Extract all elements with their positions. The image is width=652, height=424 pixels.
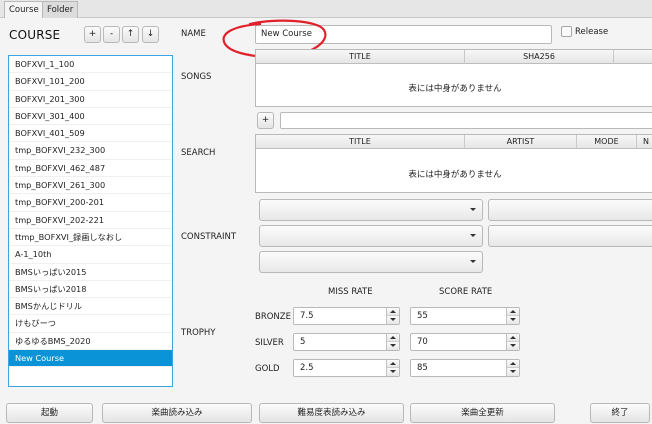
- search-empty-message: 表には中身がありません: [408, 170, 502, 180]
- trophy-gold-label: GOLD: [255, 364, 280, 374]
- course-item[interactable]: BOFXVI_1_100: [9, 56, 172, 74]
- tab-bar: Course Folder: [0, 0, 652, 18]
- decrement-button[interactable]: [387, 342, 399, 350]
- gold-miss-rate-spinner[interactable]: 2.5: [293, 359, 400, 377]
- spinner-buttons: [506, 360, 519, 376]
- bronze-score-rate-value: 55: [417, 311, 428, 321]
- course-item[interactable]: BMSかんじドリル: [9, 298, 172, 316]
- songs-label: SONGS: [181, 72, 212, 82]
- add-course-button[interactable]: +: [84, 26, 101, 43]
- miss-rate-header: MISS RATE: [328, 287, 373, 297]
- tab-course[interactable]: Course: [4, 1, 44, 18]
- name-label: NAME: [181, 29, 206, 39]
- tab-folder-label: Folder: [47, 5, 74, 15]
- course-item[interactable]: ttmp_BOFXVI_録画しなおし: [9, 229, 172, 247]
- search-table[interactable]: TITLE ARTIST MODE N 表には中身がありません: [255, 134, 652, 193]
- search-label: SEARCH: [181, 148, 216, 158]
- songs-empty-message: 表には中身がありません: [408, 84, 502, 94]
- constraint-combo-1[interactable]: [259, 199, 483, 221]
- constraint-combo-4[interactable]: [488, 225, 652, 247]
- constraint-combo-3[interactable]: [259, 225, 483, 247]
- course-item[interactable]: tmp_BOFXVI_200-201: [9, 194, 172, 212]
- gold-miss-rate-value: 2.5: [300, 363, 314, 373]
- search-col-title[interactable]: TITLE: [256, 135, 465, 149]
- bronze-miss-rate-spinner[interactable]: 7.5: [293, 307, 400, 325]
- tab-folder[interactable]: Folder: [42, 1, 79, 18]
- search-table-header: TITLE ARTIST MODE N: [256, 135, 652, 149]
- spinner-buttons: [386, 334, 399, 350]
- release-label: Release: [575, 27, 609, 37]
- course-item[interactable]: BOFXVI_201_300: [9, 91, 172, 108]
- decrement-button[interactable]: [507, 368, 519, 376]
- course-item[interactable]: BMSいっぱい2018: [9, 281, 172, 299]
- decrement-button[interactable]: [387, 368, 399, 376]
- decrement-button[interactable]: [507, 316, 519, 324]
- tab-course-label: Course: [9, 5, 39, 15]
- songs-col-extra[interactable]: [614, 50, 652, 64]
- course-item[interactable]: BMSいっぱい2015: [9, 264, 172, 281]
- increment-button[interactable]: [387, 360, 399, 368]
- score-rate-header: SCORE RATE: [439, 287, 493, 297]
- spinner-buttons: [386, 360, 399, 376]
- course-title: COURSE: [9, 28, 61, 42]
- load-difficulty-table-button[interactable]: 難易度表読み込み: [259, 403, 404, 423]
- bronze-score-rate-spinner[interactable]: 55: [410, 307, 520, 325]
- course-item[interactable]: BOFXVI_101_200: [9, 73, 172, 91]
- trophy-silver-label: SILVER: [255, 338, 284, 348]
- songs-table[interactable]: TITLE SHA256 表には中身がありません: [255, 49, 652, 107]
- gold-score-rate-spinner[interactable]: 85: [410, 359, 520, 377]
- search-col-mode[interactable]: MODE: [577, 135, 637, 149]
- course-item[interactable]: tmp_BOFXVI_462_487: [9, 160, 172, 178]
- search-col-artist[interactable]: ARTIST: [465, 135, 577, 149]
- songs-col-title[interactable]: TITLE: [256, 50, 465, 64]
- search-col-n[interactable]: N: [637, 135, 652, 149]
- increment-button[interactable]: [387, 308, 399, 316]
- songs-table-header: TITLE SHA256: [256, 50, 652, 64]
- course-item[interactable]: BOFXVI_401_509: [9, 125, 172, 143]
- gold-score-rate-value: 85: [417, 363, 428, 373]
- silver-score-rate-spinner[interactable]: 70: [410, 333, 520, 351]
- increment-button[interactable]: [507, 308, 519, 316]
- course-item[interactable]: けもびーつ: [9, 315, 172, 333]
- remove-course-button[interactable]: -: [103, 26, 120, 43]
- spinner-buttons: [386, 308, 399, 324]
- exit-button[interactable]: 終了: [590, 403, 650, 423]
- load-songs-button[interactable]: 楽曲読み込み: [102, 403, 252, 423]
- trophy-label: TROPHY: [181, 328, 216, 338]
- course-item[interactable]: ゆるゆるBMS_2020: [9, 333, 172, 351]
- spinner-buttons: [506, 334, 519, 350]
- course-item[interactable]: A-1_10th: [9, 246, 172, 264]
- increment-button[interactable]: [507, 360, 519, 368]
- course-item-selected[interactable]: New Course: [9, 350, 172, 368]
- add-song-button[interactable]: +: [257, 112, 274, 129]
- release-checkbox[interactable]: [561, 26, 572, 37]
- bronze-miss-rate-value: 7.5: [300, 311, 314, 321]
- constraint-combo-5[interactable]: [259, 251, 483, 273]
- silver-miss-rate-value: 5: [300, 337, 306, 347]
- trophy-bronze-label: BRONZE: [255, 312, 291, 322]
- course-item[interactable]: tmp_BOFXVI_232_300: [9, 142, 172, 160]
- chevron-down-icon: [470, 260, 476, 263]
- decrement-button[interactable]: [507, 342, 519, 350]
- constraint-combo-2[interactable]: [488, 199, 652, 221]
- course-list[interactable]: BOFXVI_1_100 BOFXVI_101_200 BOFXVI_201_3…: [8, 55, 173, 387]
- update-all-songs-button[interactable]: 楽曲全更新: [410, 403, 555, 423]
- increment-button[interactable]: [507, 334, 519, 342]
- songs-col-sha256[interactable]: SHA256: [465, 50, 614, 64]
- course-item[interactable]: tmp_BOFXVI_261_300: [9, 177, 172, 195]
- constraint-label: CONSTRAINT: [181, 232, 237, 242]
- spinner-buttons: [506, 308, 519, 324]
- decrement-button[interactable]: [387, 316, 399, 324]
- song-search-input[interactable]: [280, 112, 652, 129]
- chevron-down-icon: [470, 234, 476, 237]
- course-item[interactable]: BOFXVI_301_400: [9, 108, 172, 126]
- launch-button[interactable]: 起動: [6, 403, 93, 423]
- silver-score-rate-value: 70: [417, 337, 428, 347]
- silver-miss-rate-spinner[interactable]: 5: [293, 333, 400, 351]
- increment-button[interactable]: [387, 334, 399, 342]
- move-down-button[interactable]: ↓: [142, 26, 159, 43]
- course-item[interactable]: tmp_BOFXVI_202-221: [9, 212, 172, 229]
- chevron-down-icon: [470, 208, 476, 211]
- move-up-button[interactable]: ↑: [122, 26, 139, 43]
